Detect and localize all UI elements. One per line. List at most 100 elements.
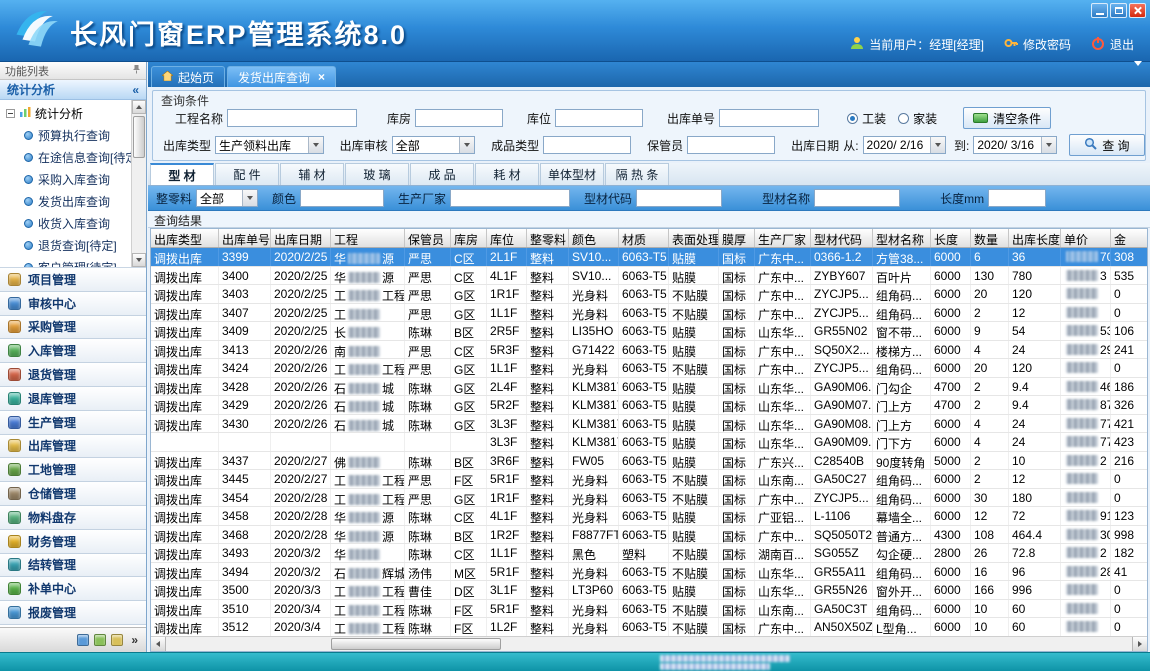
tree-scrollbar[interactable]	[131, 100, 146, 267]
product-type-input[interactable]	[543, 136, 631, 154]
close-tab-icon[interactable]: ×	[318, 70, 325, 84]
sidebar-item[interactable]: 退库管理	[0, 387, 146, 411]
tab-shipping-outbound-query[interactable]: 发货出库查询×	[227, 66, 336, 87]
manufacturer-input[interactable]	[450, 189, 570, 207]
profile-code-input[interactable]	[636, 189, 722, 207]
minimize-button[interactable]	[1091, 3, 1108, 18]
date-to-picker[interactable]: 2020/ 3/16	[973, 136, 1056, 154]
color-input[interactable]	[300, 189, 384, 207]
scroll-thumb[interactable]	[331, 638, 501, 650]
radio-jiazhuang[interactable]: 家装	[898, 110, 937, 127]
table-row[interactable]: 调拨出库33992020/2/25华源严思C区2L1F整料SV10...6063…	[151, 248, 1147, 267]
order-no-input[interactable]	[719, 109, 819, 127]
column-header[interactable]: 长度	[931, 229, 971, 247]
toolbar-icon[interactable]	[111, 634, 123, 646]
sidebar-item[interactable]: 物料盘存	[0, 506, 146, 530]
material-tab[interactable]: 辅 材	[280, 163, 344, 185]
material-tab[interactable]: 型 材	[150, 163, 214, 185]
column-header[interactable]: 单价	[1061, 229, 1111, 247]
table-row[interactable]: 调拨出库34002020/2/25华源严思C区4L1F整料SV10...6063…	[151, 267, 1147, 286]
table-row[interactable]: 调拨出库34582020/2/28华源陈琳C区4L1F整料光身料6063-T5贴…	[151, 507, 1147, 526]
material-tab[interactable]: 成 品	[410, 163, 474, 185]
column-header[interactable]: 型材名称	[873, 229, 931, 247]
table-row[interactable]: 调拨出库34132020/2/26南严思C区5R3F整料G714226063-T…	[151, 341, 1147, 360]
table-row[interactable]: 调拨出库34452020/2/27工工程严思F区5R1F整料光身料6063-T5…	[151, 470, 1147, 489]
table-row[interactable]: 调拨出库34072020/2/25工严思G区1L1F整料光身料6063-T5不贴…	[151, 304, 1147, 323]
sidebar-item[interactable]: 生产管理	[0, 411, 146, 435]
tree-item[interactable]: 预算执行查询	[0, 124, 146, 146]
sidebar-item[interactable]: 采购管理	[0, 316, 146, 340]
tree-item[interactable]: 在途信息查询[待定]	[0, 146, 146, 168]
date-from-picker[interactable]: 2020/ 2/16	[863, 136, 946, 154]
clear-conditions-button[interactable]: 清空条件	[963, 107, 1051, 129]
whole-part-select[interactable]: 全部	[196, 189, 258, 207]
keeper-input[interactable]	[687, 136, 775, 154]
out-type-select[interactable]: 生产领料出库	[215, 136, 324, 154]
column-header[interactable]: 表面处理	[669, 229, 719, 247]
table-row[interactable]: 调拨出库34032020/2/25工工程严思G区1R1F整料光身料6063-T5…	[151, 285, 1147, 304]
tree-item[interactable]: 发货出库查询	[0, 190, 146, 212]
tree-root-statistics[interactable]: 统计分析	[0, 103, 146, 124]
column-header[interactable]: 整零料	[527, 229, 569, 247]
column-header[interactable]: 出库单号	[219, 229, 271, 247]
sidebar-item[interactable]: 入库管理	[0, 339, 146, 363]
column-header[interactable]: 保管员	[405, 229, 451, 247]
sidebar-item[interactable]: 退货管理	[0, 363, 146, 387]
scroll-right-button[interactable]	[1132, 637, 1147, 651]
sidebar-item[interactable]: 报废管理	[0, 601, 146, 625]
tree-item[interactable]: 退货查询[待定]	[0, 234, 146, 256]
material-tab[interactable]: 耗 材	[475, 163, 539, 185]
tree-item[interactable]: 采购入库查询	[0, 168, 146, 190]
column-header[interactable]: 金	[1111, 229, 1148, 247]
table-row[interactable]: 调拨出库34282020/2/26石城陈琳G区2L4F整料KLM38176063…	[151, 378, 1147, 397]
material-tab[interactable]: 玻 璃	[345, 163, 409, 185]
table-row[interactable]: 调拨出库35002020/3/3工工程曹佳D区3L1F整料LT3P606063-…	[151, 581, 1147, 600]
logout-button[interactable]: 退出	[1091, 36, 1134, 53]
table-row[interactable]: 调拨出库34292020/2/26石城陈琳G区5R2F整料KLM38176063…	[151, 396, 1147, 415]
table-row[interactable]: 调拨出库34372020/2/27佛陈琳B区3R6F整料FW056063-T5贴…	[151, 452, 1147, 471]
toolbar-icon[interactable]	[77, 634, 89, 646]
scroll-thumb[interactable]	[133, 116, 145, 158]
sidebar-item[interactable]: 财务管理	[0, 530, 146, 554]
table-row[interactable]: 调拨出库35122020/3/4工工程陈琳F区1L2F整料光身料6063-T5不…	[151, 618, 1147, 637]
close-button[interactable]	[1129, 3, 1146, 18]
table-row[interactable]: 调拨出库34682020/2/28华源陈琳B区1R2F整料F8877FT6063…	[151, 526, 1147, 545]
chevron-down-icon[interactable]	[308, 137, 323, 153]
tree-item[interactable]: 收货入库查询	[0, 212, 146, 234]
tree-expander-icon[interactable]	[6, 109, 15, 118]
tree-item[interactable]: 客户管理[待定]	[0, 256, 146, 268]
chevron-down-icon[interactable]	[459, 137, 474, 153]
audit-select[interactable]: 全部	[392, 136, 475, 154]
column-header[interactable]: 库位	[487, 229, 527, 247]
table-row[interactable]: 3L3F整料KLM38176063-T5贴膜国标山东华...GA90M09...…	[151, 433, 1147, 452]
sidebar-group-statistics[interactable]: 统计分析 «	[0, 80, 146, 100]
length-input[interactable]	[988, 189, 1046, 207]
column-header[interactable]: 出库日期	[271, 229, 331, 247]
project-name-input[interactable]	[227, 109, 357, 127]
maximize-button[interactable]	[1110, 3, 1127, 18]
column-header[interactable]: 数量	[971, 229, 1009, 247]
scroll-down-button[interactable]	[132, 253, 146, 267]
column-header[interactable]: 材质	[619, 229, 669, 247]
more-panels-button[interactable]: »	[128, 633, 141, 647]
sidebar-item[interactable]: 出库管理	[0, 435, 146, 459]
change-password-button[interactable]: 修改密码	[1004, 36, 1071, 53]
sidebar-item[interactable]: 审核中心	[0, 292, 146, 316]
table-row[interactable]: 调拨出库35102020/3/4工工程陈琳F区5R1F整料光身料6063-T5不…	[151, 600, 1147, 619]
sidebar-item[interactable]: 补单中心	[0, 577, 146, 601]
horizontal-scrollbar[interactable]	[151, 636, 1147, 651]
radio-gongzhuang[interactable]: 工装	[847, 110, 886, 127]
table-row[interactable]: 调拨出库34302020/2/26石城陈琳G区3L3F整料KLM38176063…	[151, 415, 1147, 434]
collapse-icon[interactable]: «	[132, 83, 139, 97]
sidebar-item[interactable]: 仓储管理	[0, 482, 146, 506]
column-header[interactable]: 工程	[331, 229, 405, 247]
tab-home[interactable]: 起始页	[151, 66, 225, 87]
column-header[interactable]: 生产厂家	[755, 229, 811, 247]
table-row[interactable]: 调拨出库34542020/2/28工工程严思G区1R1F整料光身料6063-T5…	[151, 489, 1147, 508]
scroll-left-button[interactable]	[151, 637, 166, 651]
table-row[interactable]: 调拨出库34092020/2/25长陈琳B区2R5F整料LI35HO6063-T…	[151, 322, 1147, 341]
column-header[interactable]: 型材代码	[811, 229, 873, 247]
sidebar-item[interactable]: 项目管理	[0, 268, 146, 292]
pin-icon[interactable]	[132, 64, 141, 77]
profile-name-input[interactable]	[814, 189, 900, 207]
